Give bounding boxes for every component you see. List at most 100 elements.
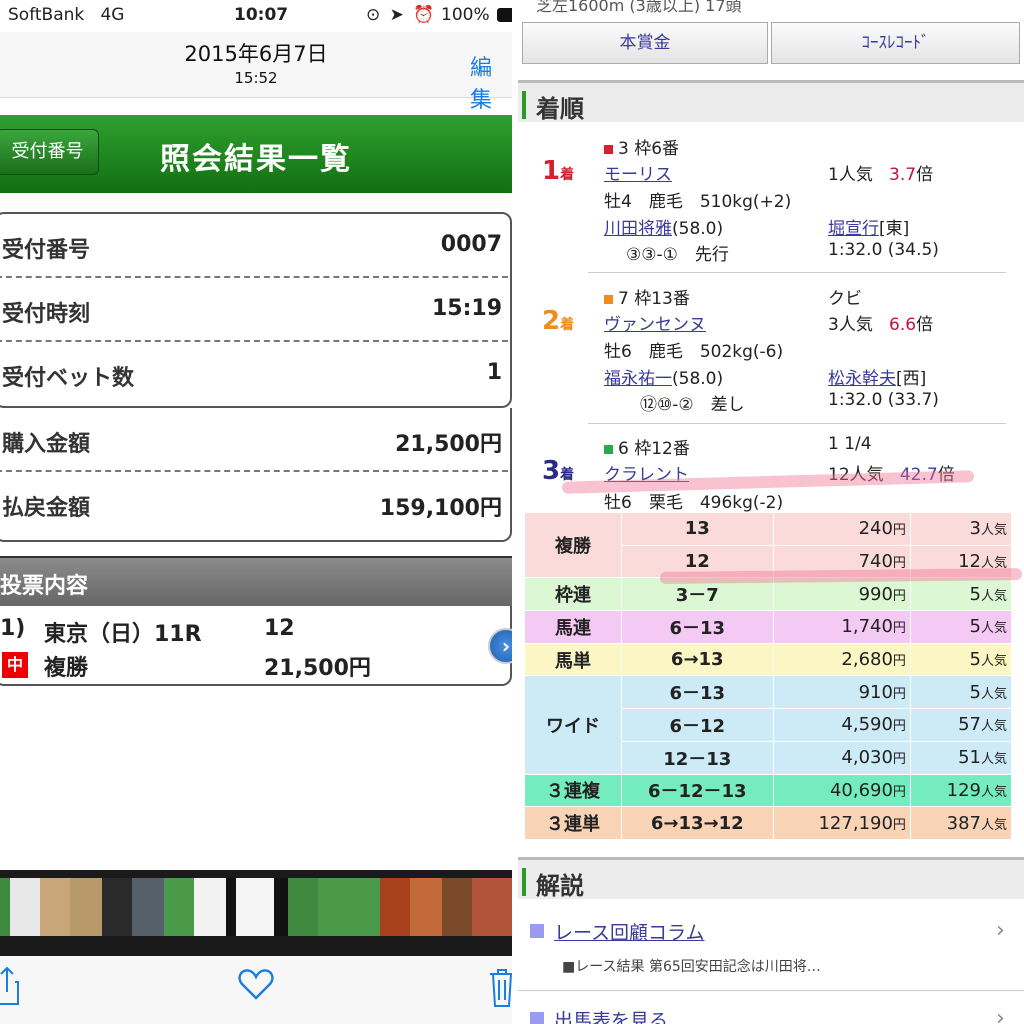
combination: 13	[620, 512, 774, 546]
bet-detail[interactable]: 1) 東京（日）11R 12 中 複勝 21,500円 ›	[0, 606, 512, 686]
pop-value: 129	[946, 779, 981, 801]
section-accent	[522, 868, 526, 896]
payout-value: 127,190	[818, 812, 893, 834]
result-title-bar: 受付番号 照会結果一覧	[0, 115, 512, 193]
odds-info: 3人気 6.6倍	[828, 310, 933, 335]
payout-value: 910	[858, 681, 893, 703]
edit-button[interactable]: 編集	[470, 50, 512, 114]
thumbnail[interactable]	[40, 878, 70, 936]
battery-label: 100%	[441, 5, 490, 25]
popularity-rank: 5人気	[909, 675, 1013, 710]
chevron-right-icon[interactable]: ›	[488, 628, 512, 664]
thumbnail[interactable]	[410, 878, 442, 936]
combination: 6－13	[620, 610, 774, 644]
jockey-weight: (58.0)	[672, 369, 724, 389]
payout-value: 2,680	[841, 649, 893, 671]
horse-name[interactable]: モーリス	[604, 160, 672, 185]
thumbnail[interactable]	[102, 878, 132, 936]
jockey-info: 川田将雅(58.0)	[604, 214, 723, 239]
place-digit: 1	[542, 156, 561, 186]
heart-icon[interactable]	[238, 968, 274, 1004]
thumbnail-row[interactable]	[0, 878, 512, 936]
pop-unit: 人気	[980, 621, 1007, 637]
payout-amount: 910円	[772, 675, 911, 710]
odds-value: 3.7	[889, 165, 917, 185]
popularity-rank: 5人気	[909, 577, 1013, 612]
chevron-right-icon[interactable]: ›	[996, 918, 1005, 943]
thumbnail[interactable]	[472, 878, 512, 936]
ticket-type: ３連単	[524, 806, 622, 840]
thumbnail[interactable]	[10, 878, 40, 936]
odds-info: 1人気 3.7倍	[828, 160, 933, 185]
row-separator	[518, 990, 1024, 991]
trainer-info: 堀宣行[東]	[828, 214, 909, 239]
bet-amount: 21,500円	[264, 656, 371, 681]
ticket-type: 馬連	[524, 610, 622, 644]
frame-text: 6 枠12番	[618, 439, 690, 459]
amount-box: 購入金額 21,500円 払戻金額 159,100円	[0, 408, 512, 542]
commentary-snippet: ■レース結果 第65回安田記念は川田将…	[562, 959, 821, 975]
thumbnail[interactable]	[0, 878, 10, 936]
thumbnail[interactable]	[194, 878, 226, 936]
place-digit: 2	[542, 306, 561, 336]
horse-link[interactable]: ヴァンセンヌ	[604, 315, 706, 335]
popularity-rank: 5人気	[909, 642, 1013, 677]
commentary-link[interactable]: レース回顧コラム	[554, 918, 704, 945]
trainer-link[interactable]: 松永幹夫	[828, 369, 896, 389]
section-accent	[522, 91, 526, 119]
share-icon[interactable]	[0, 966, 22, 1010]
yen-unit: 円	[892, 621, 906, 637]
entries-link[interactable]: 出馬表を見る	[554, 1006, 668, 1024]
payout-value: 240	[858, 518, 893, 540]
hit-badge: 中	[2, 652, 28, 678]
ticket-type: 枠連	[524, 577, 622, 612]
photo-header: 2015年6月7日 15:52 編集	[0, 32, 512, 113]
finisher-2: 2着 7 枠13番 クビ ヴァンセンヌ 3人気 6.6倍 牡6 鹿毛 502kg…	[518, 282, 1024, 422]
bet-type: 複勝	[44, 656, 89, 681]
chevron-right-icon[interactable]: ›	[996, 1006, 1005, 1024]
receipt-number-button[interactable]: 受付番号	[0, 129, 99, 175]
thumbnail-strip[interactable]	[0, 870, 512, 956]
yen-unit: 円	[892, 588, 906, 604]
section-title: 解説	[536, 872, 584, 900]
payout-value: 990	[858, 583, 893, 605]
battery-icon	[497, 8, 512, 22]
payout-amount: 4,590円	[772, 708, 911, 742]
thumbnail[interactable]	[236, 878, 274, 936]
course-record-button[interactable]: ｺｰｽﾚｺｰﾄﾞ	[771, 22, 1020, 64]
thumbnail[interactable]	[226, 878, 236, 936]
margin: 1 1/4	[828, 434, 872, 454]
trash-icon[interactable]	[488, 968, 512, 1012]
prize-money-button[interactable]: 本賞金	[522, 22, 768, 64]
thumbnail[interactable]	[318, 878, 348, 936]
yen-unit: 円	[892, 686, 906, 702]
horse-name[interactable]: ヴァンセンヌ	[604, 310, 706, 335]
horse-link[interactable]: モーリス	[604, 165, 672, 185]
thumbnail[interactable]	[70, 878, 102, 936]
payout-amount: 2,680円	[772, 642, 911, 677]
thumbnail[interactable]	[132, 878, 164, 936]
trainer-link[interactable]: 堀宣行	[828, 219, 879, 239]
place-number: 1着	[542, 156, 574, 186]
race-position: ③③-① 先行	[626, 245, 729, 265]
entries-link-row[interactable]: 出馬表を見る ›	[518, 1006, 1024, 1024]
jockey-link[interactable]: 福永祐一	[604, 369, 672, 389]
combination: 6→13	[620, 642, 774, 677]
jockey-link[interactable]: 川田将雅	[604, 219, 672, 239]
info-value: 15:19	[431, 296, 502, 321]
right-screenshot: 芝左1600m (3歳以上) 17頭 本賞金 ｺｰｽﾚｺｰﾄﾞ 着順 1着 3 …	[518, 0, 1024, 1024]
commentary-link-row[interactable]: レース回顧コラム › ■レース結果 第65回安田記念は川田将…	[518, 918, 1024, 975]
thumbnail[interactable]	[380, 878, 410, 936]
thumbnail[interactable]	[442, 878, 472, 936]
bullet-icon	[530, 924, 544, 938]
results-section-header: 着順	[518, 80, 1024, 123]
thumbnail[interactable]	[274, 878, 288, 936]
thumbnail[interactable]	[288, 878, 318, 936]
popularity: 3人気	[828, 315, 873, 335]
ticket-type: ３連複	[524, 773, 622, 808]
thumbnail[interactable]	[164, 878, 194, 936]
payout-row: ３連単 6→13→12 127,190円 387人気	[524, 806, 1013, 840]
trainer-region: [西]	[896, 369, 927, 389]
payout-amount: 240円	[772, 512, 911, 546]
thumbnail[interactable]	[348, 878, 380, 936]
